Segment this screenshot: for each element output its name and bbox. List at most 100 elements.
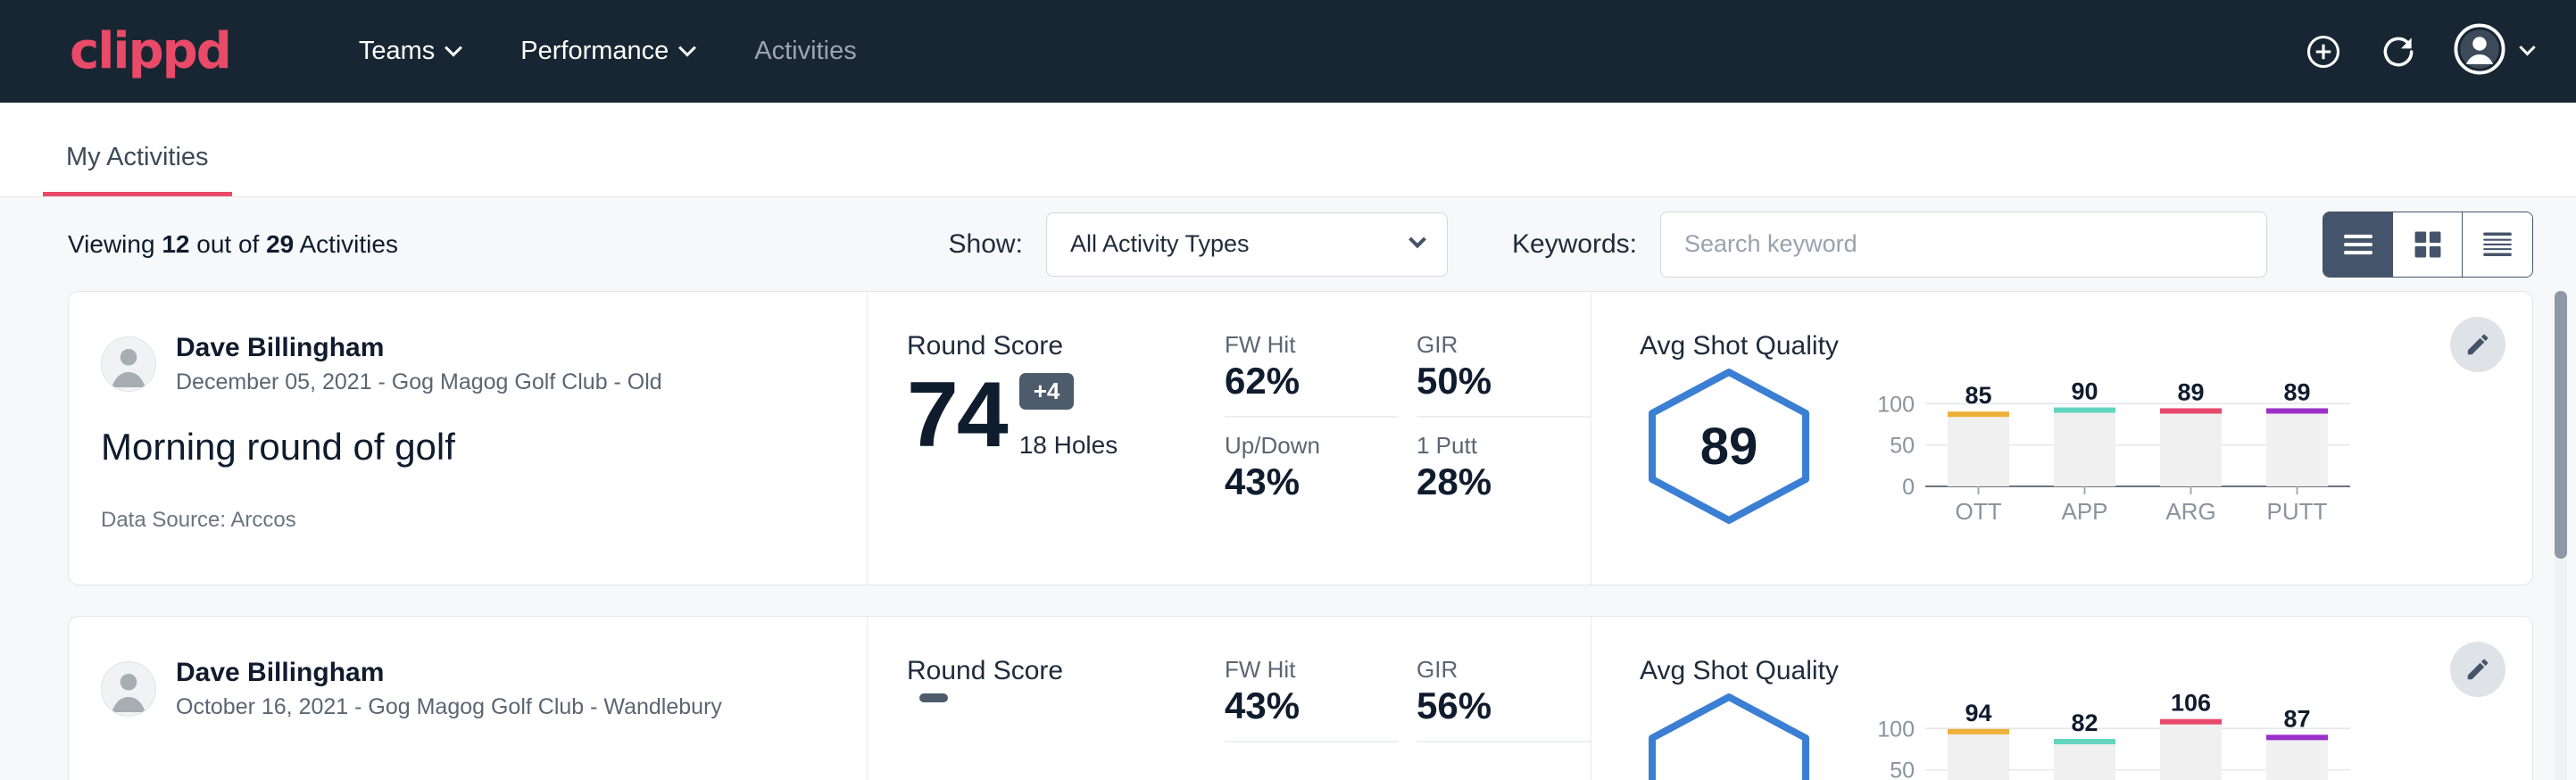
svg-text:106: 106	[2171, 690, 2211, 717]
activity-meta: October 16, 2021 - Gog Magog Golf Club -…	[176, 693, 722, 723]
viewing-total-count: 29	[266, 230, 294, 258]
player-name: Dave Billingham	[176, 331, 662, 365]
edit-activity-button[interactable]	[2450, 642, 2505, 697]
score-to-par-badge	[919, 693, 948, 702]
stat-one-putt-label: 1 Putt	[1417, 432, 1573, 460]
svg-text:50: 50	[1890, 434, 1915, 459]
shot-quality-bar-chart: 10050094OTT82APP106ARG87PUTT	[1859, 690, 2359, 780]
shot-quality-value	[1640, 692, 1818, 780]
activity-data-source: Data Source: Arccos	[101, 508, 827, 533]
score-to-par-badge: +4	[1019, 373, 1075, 410]
stat-up-down-value: 43%	[1225, 460, 1381, 504]
viewing-middle: out of	[189, 230, 266, 258]
stat-up-down-label: Up/Down	[1225, 432, 1381, 460]
stat-gir: GIR 50%	[1417, 331, 1591, 418]
search-input[interactable]	[1660, 212, 2267, 278]
player-header: Dave Billingham October 16, 2021 - Gog M…	[101, 656, 827, 722]
svg-text:94: 94	[1965, 700, 1991, 726]
plus-circle-icon[interactable]	[2304, 32, 2343, 71]
view-mode-toggle-group	[2323, 212, 2533, 278]
stats-column: FW Hit 43% GIR 56%	[1225, 617, 1591, 780]
stat-up-down: Up/Down 43%	[1225, 432, 1399, 504]
svg-text:89: 89	[2177, 378, 2204, 405]
list-view-button[interactable]	[2323, 212, 2393, 277]
bar-chart-svg: 10050085OTT90APP89ARG89PUTT	[1859, 365, 2359, 527]
activity-info-column: Dave Billingham October 16, 2021 - Gog M…	[69, 617, 868, 780]
activity-info-column: Dave Billingham December 05, 2021 - Gog …	[69, 292, 868, 585]
stat-fw-hit-label: FW Hit	[1225, 331, 1381, 359]
stat-gir-label: GIR	[1417, 656, 1573, 684]
stat-fw-hit-value: 43%	[1225, 684, 1381, 728]
activity-card[interactable]: Dave Billingham October 16, 2021 - Gog M…	[68, 616, 2533, 780]
primary-nav: Teams Performance Activities	[328, 28, 887, 75]
shot-quality-column: Avg Shot Quality 10050094OTT82APP106ARG8…	[1591, 617, 2532, 780]
stat-gir-label: GIR	[1417, 331, 1573, 359]
chevron-down-icon	[2519, 39, 2535, 55]
svg-text:50: 50	[1890, 759, 1915, 780]
grid-view-button[interactable]	[2393, 212, 2463, 277]
keywords-label: Keywords:	[1512, 229, 1637, 260]
shot-quality-bar-chart: 10050085OTT90APP89ARG89PUTT	[1859, 365, 2359, 527]
stats-column: FW Hit 62% GIR 50% Up/Down 43% 1 Putt 28…	[1225, 292, 1591, 585]
detail-view-button[interactable]	[2463, 212, 2532, 277]
stat-gir: GIR 56%	[1417, 656, 1591, 743]
svg-text:0: 0	[1902, 475, 1915, 500]
avg-shot-quality-label: Avg Shot Quality	[1640, 656, 2532, 686]
round-score-side	[919, 693, 948, 724]
stats-grid: FW Hit 43% GIR 56%	[1225, 656, 1591, 757]
svg-text:100: 100	[1877, 392, 1915, 417]
stat-one-putt: 1 Putt 28%	[1417, 432, 1591, 504]
activity-type-selected-value: All Activity Types	[1070, 230, 1250, 258]
nav-item-activities[interactable]: Activities	[724, 28, 886, 75]
activity-meta: December 05, 2021 - Gog Magog Golf Club …	[176, 368, 662, 398]
holes-played: 18 Holes	[1019, 431, 1118, 460]
round-score-side: +4 18 Holes	[1019, 373, 1118, 460]
round-score-row	[907, 693, 1225, 726]
svg-text:89: 89	[2283, 378, 2310, 405]
shot-quality-body: 10050094OTT82APP106ARG87PUTT	[1640, 690, 2532, 780]
svg-text:87: 87	[2283, 705, 2310, 732]
nav-item-performance-label: Performance	[520, 37, 669, 66]
shot-quality-body: 89 10050085OTT90APP89ARG89PUTT	[1640, 365, 2532, 527]
edit-activity-button[interactable]	[2450, 317, 2505, 372]
viewing-shown-count: 12	[162, 230, 189, 258]
round-score-column: Round Score 74 +4 18 Holes	[868, 292, 1225, 585]
filter-controls: Show: All Activity Types Keywords:	[949, 212, 2533, 278]
tab-bar: My Activities	[0, 103, 2576, 197]
top-navbar: clippd Teams Performance Activities	[0, 0, 2576, 103]
account-avatar-icon	[2454, 23, 2505, 79]
svg-text:85: 85	[1965, 382, 1991, 409]
svg-text:100: 100	[1877, 717, 1915, 742]
shot-quality-column: Avg Shot Quality 89 10050085OTT90APP89AR…	[1591, 292, 2532, 585]
chevron-down-icon	[445, 38, 462, 56]
show-label: Show:	[949, 229, 1023, 260]
bar-chart-svg: 10050094OTT82APP106ARG87PUTT	[1859, 690, 2359, 780]
player-name: Dave Billingham	[176, 656, 722, 690]
stat-gir-value: 50%	[1417, 359, 1573, 403]
chevron-down-icon	[1408, 230, 1426, 248]
svg-text:PUTT: PUTT	[2267, 498, 2328, 525]
navbar-actions	[2304, 23, 2533, 79]
round-score-label: Round Score	[907, 656, 1225, 686]
clippd-logo[interactable]: clippd	[70, 27, 230, 77]
activity-type-select[interactable]: All Activity Types	[1046, 212, 1448, 277]
svg-text:ARG: ARG	[2165, 498, 2215, 525]
nav-item-performance[interactable]: Performance	[490, 28, 724, 75]
round-score-row: 74 +4 18 Holes	[907, 369, 1225, 461]
svg-text:90: 90	[2071, 378, 2098, 405]
nav-item-teams[interactable]: Teams	[328, 28, 490, 75]
tab-my-activities[interactable]: My Activities	[43, 143, 232, 196]
shot-quality-hexagon	[1640, 692, 1818, 780]
avatar	[101, 661, 156, 717]
account-menu[interactable]	[2454, 23, 2533, 79]
filter-bar: Viewing 12 out of 29 Activities Show: Al…	[0, 197, 2576, 291]
avatar	[101, 336, 156, 392]
tab-my-activities-label: My Activities	[66, 143, 209, 171]
stats-grid: FW Hit 62% GIR 50% Up/Down 43% 1 Putt 28…	[1225, 331, 1591, 505]
shot-quality-value: 89	[1640, 367, 1818, 526]
svg-text:82: 82	[2071, 709, 2098, 736]
scrollbar-thumb[interactable]	[2555, 291, 2567, 559]
player-header: Dave Billingham December 05, 2021 - Gog …	[101, 331, 827, 397]
refresh-icon[interactable]	[2379, 32, 2418, 71]
activity-card[interactable]: Dave Billingham December 05, 2021 - Gog …	[68, 291, 2533, 585]
